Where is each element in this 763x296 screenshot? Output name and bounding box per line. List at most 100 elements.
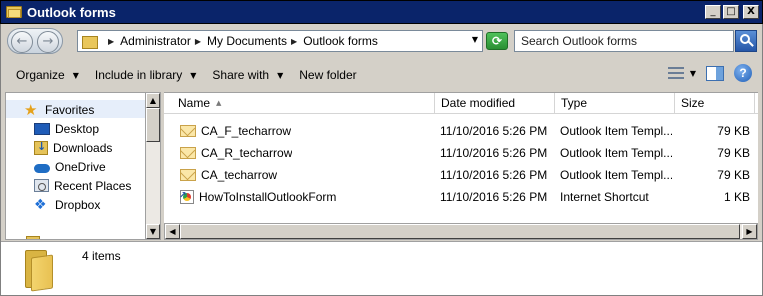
file-name: CA_techarrow [201, 168, 278, 182]
share-with-label: Share with [212, 68, 270, 82]
maximize-button[interactable]: □ [723, 5, 739, 19]
toolbar-right: ▼ ? [667, 64, 752, 82]
minimize-button[interactable]: _ [705, 5, 721, 19]
title-bar: Outlook forms _ □ X [0, 0, 763, 24]
envelope-icon [180, 169, 196, 181]
scroll-up-arrow[interactable]: ▲ [146, 93, 160, 108]
chevron-down-icon[interactable]: ▼ [690, 69, 696, 78]
file-name: CA_R_techarrow [201, 146, 293, 160]
scroll-thumb[interactable] [146, 108, 160, 142]
sidebar-item-downloads[interactable]: Downloads [34, 138, 112, 157]
sidebar-item-dropbox[interactable]: ❖ Dropbox [34, 195, 100, 214]
forward-arrow-icon: → [42, 34, 54, 49]
scroll-down-arrow[interactable]: ▼ [146, 224, 160, 239]
chevron-right-icon[interactable]: ▶ [291, 37, 297, 46]
include-in-library-button[interactable]: Include in library ▼ [87, 64, 205, 86]
details-pane: 4 items [1, 241, 762, 295]
file-list-scrollbar[interactable]: ◀ ▶ [164, 223, 758, 240]
item-count: 4 items [82, 249, 121, 263]
scroll-left-arrow[interactable]: ◀ [165, 224, 180, 239]
views-icon[interactable] [667, 67, 684, 79]
table-row[interactable]: CA_techarrow 11/10/2016 5:26 PM Outlook … [164, 164, 758, 186]
folder-icon [82, 34, 98, 49]
file-type: Internet Shortcut [560, 190, 649, 204]
close-button[interactable]: X [743, 5, 759, 19]
sidebar-item-desktop[interactable]: Desktop [34, 119, 99, 138]
refresh-button[interactable]: ⟳ [486, 32, 508, 50]
help-icon[interactable]: ? [734, 64, 752, 82]
file-type: Outlook Item Templ... [560, 146, 672, 160]
back-button[interactable]: ← [11, 31, 33, 53]
file-size: 1 KB [723, 190, 750, 204]
file-size: 79 KB [717, 168, 750, 182]
address-bar[interactable]: ▶ Administrator ▶ My Documents ▶ Outlook… [77, 30, 483, 52]
command-bar: Organize ▼ Include in library ▼ Share wi… [1, 60, 762, 90]
forward-button[interactable]: → [37, 31, 59, 53]
table-row[interactable]: CA_R_techarrow 11/10/2016 5:26 PM Outloo… [164, 142, 758, 164]
sort-up-icon: ▲ [216, 99, 222, 107]
preview-pane-icon[interactable] [706, 65, 724, 81]
organize-button[interactable]: Organize ▼ [8, 64, 87, 86]
scroll-right-arrow[interactable]: ▶ [742, 224, 757, 239]
address-dropdown-icon[interactable]: ▼ [472, 35, 478, 44]
address-row: ← → ▶ Administrator ▶ My Documents ▶ Out… [0, 24, 763, 58]
envelope-icon [180, 125, 196, 137]
star-icon: ★ [24, 100, 38, 119]
sidebar-item-label: Favorites [45, 102, 95, 117]
search-button[interactable] [735, 30, 757, 52]
folder-icon [23, 250, 55, 292]
sidebar-item-label: Dropbox [55, 197, 101, 212]
include-in-library-label: Include in library [94, 68, 183, 82]
sidebar-item-recent-places[interactable]: Recent Places [34, 176, 131, 195]
breadcrumb-administrator[interactable]: Administrator [120, 34, 191, 48]
column-header-date-modified[interactable]: Date modified [435, 93, 555, 114]
search-input[interactable]: Search Outlook forms [514, 30, 734, 52]
sidebar-item-label: Desktop [55, 121, 100, 136]
chevron-down-icon: ▼ [190, 70, 197, 80]
file-date: 11/10/2016 5:26 PM [440, 146, 548, 160]
navigation-scrollbar[interactable]: ▲ ▼ [145, 92, 161, 240]
file-name: HowToInstallOutlookForm [199, 190, 337, 204]
new-folder-button[interactable]: New folder [291, 64, 364, 86]
navigation-hscroll-area [5, 223, 146, 240]
dropbox-icon: ❖ [34, 196, 47, 213]
column-headers: Name ▲ Date modified Type Size [164, 93, 758, 114]
file-date: 11/10/2016 5:26 PM [440, 124, 548, 138]
internet-shortcut-icon [180, 186, 194, 207]
breadcrumb-outlook-forms[interactable]: Outlook forms [303, 34, 378, 48]
column-header-type[interactable]: Type [555, 93, 675, 114]
downloads-icon [34, 140, 48, 155]
sidebar-item-label: Recent Places [54, 178, 132, 193]
file-size: 79 KB [717, 146, 750, 160]
file-type: Outlook Item Templ... [560, 168, 672, 182]
file-name: CA_F_techarrow [201, 124, 292, 138]
back-arrow-icon: ← [16, 34, 28, 49]
file-date: 11/10/2016 5:26 PM [440, 190, 548, 204]
navigation-pane: ★ Favorites Desktop Downloads OneDrive R… [5, 92, 160, 240]
new-folder-label: New folder [299, 68, 357, 82]
sidebar-item-favorites[interactable]: ★ Favorites [24, 100, 94, 119]
breadcrumb-my-documents[interactable]: My Documents [207, 34, 287, 48]
window-title: Outlook forms [27, 4, 116, 20]
table-row[interactable]: HowToInstallOutlookForm 11/10/2016 5:26 … [164, 186, 758, 208]
envelope-icon [180, 147, 196, 159]
column-header-name[interactable]: Name ▲ [172, 93, 435, 114]
table-row[interactable]: CA_F_techarrow 11/10/2016 5:26 PM Outloo… [164, 120, 758, 142]
file-date: 11/10/2016 5:26 PM [440, 168, 548, 182]
sidebar-item-label: Downloads [53, 140, 113, 155]
share-with-button[interactable]: Share with ▼ [204, 64, 291, 86]
file-list: Name ▲ Date modified Type Size CA_F_techa… [164, 92, 758, 223]
sidebar-item-onedrive[interactable]: OneDrive [34, 157, 106, 176]
scroll-thumb[interactable] [180, 224, 740, 239]
refresh-icon: ⟳ [491, 34, 503, 48]
organize-label: Organize [16, 68, 65, 82]
sidebar-item-label: OneDrive [55, 159, 106, 174]
nav-buttons: ← → [7, 28, 63, 54]
onedrive-icon [34, 163, 50, 173]
chevron-down-icon: ▼ [277, 70, 284, 80]
column-header-size[interactable]: Size [675, 93, 755, 114]
chevron-right-icon[interactable]: ▶ [108, 37, 114, 46]
chevron-right-icon[interactable]: ▶ [195, 37, 201, 46]
folder-icon [6, 5, 22, 19]
file-size: 79 KB [717, 124, 750, 138]
